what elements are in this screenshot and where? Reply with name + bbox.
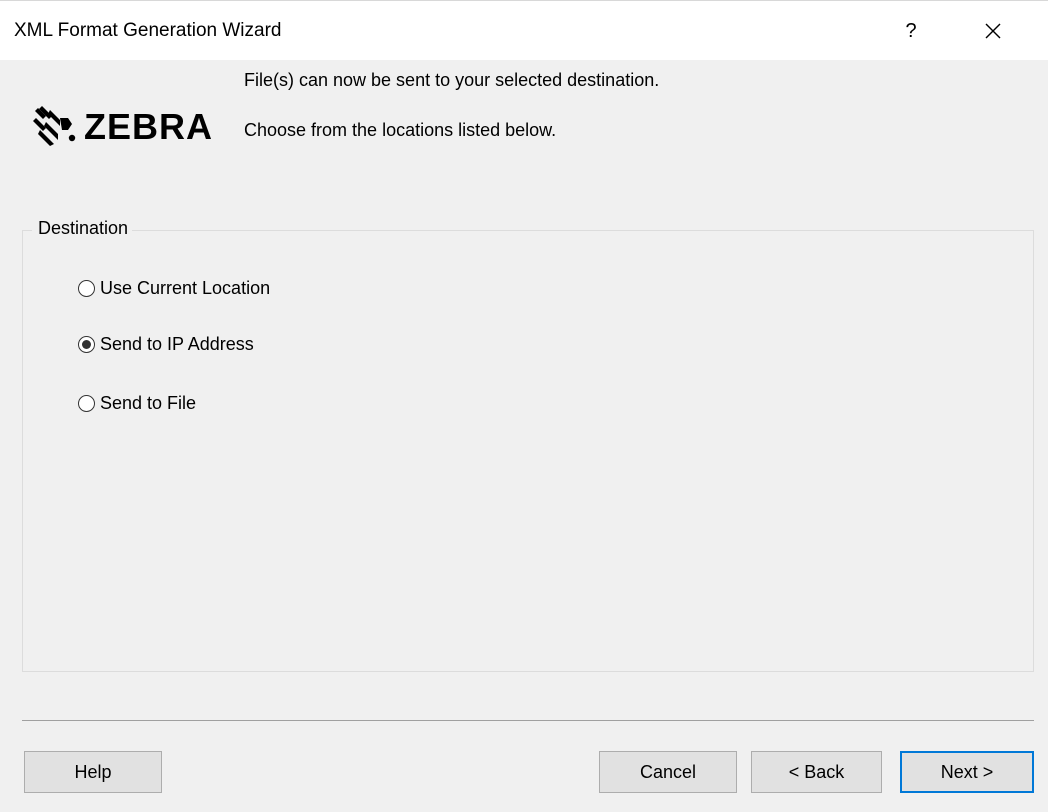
- radio-selected-dot: [82, 339, 91, 349]
- radio-button-checked[interactable]: [78, 335, 95, 353]
- title-bar: XML Format Generation Wizard ?: [0, 0, 1048, 60]
- zebra-logo: ZEBRA: [32, 104, 213, 150]
- next-button[interactable]: Next >: [900, 751, 1034, 793]
- radio-button-unchecked[interactable]: [78, 394, 95, 412]
- destination-legend: Destination: [32, 218, 133, 239]
- radio-label: Send to IP Address: [100, 333, 254, 354]
- window-title: XML Format Generation Wizard: [14, 20, 282, 41]
- help-button[interactable]: Help: [24, 751, 162, 793]
- close-icon: [985, 23, 1001, 39]
- intro-text-line1: File(s) can now be sent to your selected…: [244, 70, 660, 90]
- footer-separator: [22, 720, 1034, 721]
- logo-wordmark: ZEBRA: [84, 106, 213, 147]
- cancel-button[interactable]: Cancel: [599, 751, 737, 793]
- close-button[interactable]: [970, 11, 1016, 51]
- radio-use-current-location[interactable]: Use Current Location: [78, 275, 270, 301]
- radio-label: Send to File: [100, 392, 197, 413]
- radio-label: Use Current Location: [100, 277, 271, 298]
- help-question-icon: ?: [905, 19, 917, 42]
- intro-text-line2: Choose from the locations listed below.: [244, 120, 557, 140]
- radio-button-unchecked[interactable]: [78, 279, 95, 297]
- radio-send-to-file[interactable]: Send to File: [78, 390, 196, 416]
- radio-send-to-ip-address[interactable]: Send to IP Address: [78, 331, 254, 357]
- zebra-head-icon: [33, 106, 76, 146]
- back-button[interactable]: < Back: [751, 751, 882, 793]
- help-title-button[interactable]: ?: [888, 11, 934, 51]
